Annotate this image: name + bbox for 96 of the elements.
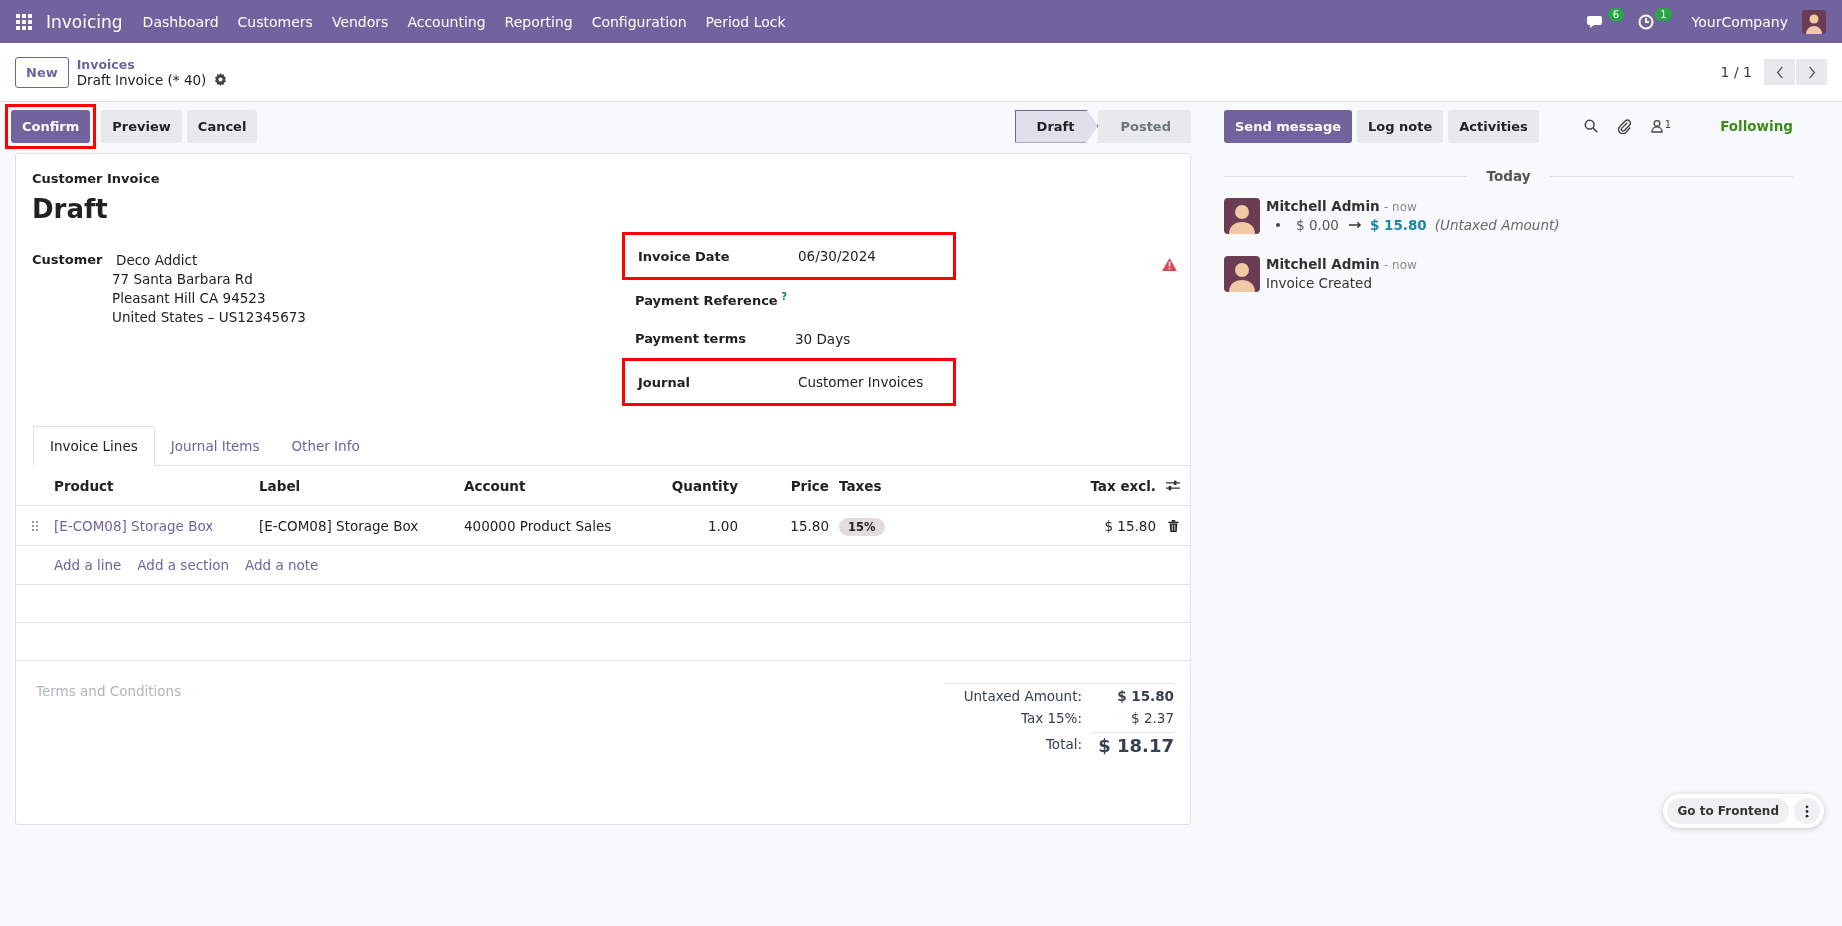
- column-header[interactable]: Product: [54, 477, 259, 494]
- chevron-left-icon: [1775, 65, 1784, 79]
- menu-item[interactable]: Reporting: [504, 13, 573, 30]
- following-status[interactable]: Following: [1720, 118, 1793, 134]
- follower-count: 1: [1664, 119, 1672, 130]
- field-label: Payment Reference $^{?}$: [635, 290, 788, 309]
- new-value: $ 15.80: [1369, 217, 1427, 233]
- chatter-button[interactable]: Log note: [1357, 109, 1444, 143]
- column-header[interactable]: Label: [259, 477, 464, 494]
- next-button[interactable]: [1796, 59, 1827, 85]
- paperclip-icon[interactable]: [1616, 118, 1632, 134]
- total-value: $ 15.80: [1116, 688, 1174, 704]
- total-value: $ 18.17: [1092, 732, 1174, 756]
- sliders-icon[interactable]: [1166, 479, 1180, 492]
- notebook-tab[interactable]: Other Info: [275, 426, 376, 466]
- warning-icon: [1162, 258, 1177, 271]
- activity-count-badge: 1: [1655, 8, 1672, 21]
- go-to-frontend-button[interactable]: Go to Frontend: [1667, 798, 1789, 824]
- drag-handle-icon[interactable]: [32, 520, 38, 531]
- chatter-button[interactable]: Activities: [1448, 109, 1539, 143]
- document-type-label: Customer Invoice: [32, 171, 161, 186]
- field-value[interactable]: 06/30/2024: [798, 248, 876, 264]
- product-link[interactable]: [E-COM08] Storage Box: [54, 517, 259, 534]
- apps-grid-icon[interactable]: [16, 13, 32, 30]
- action-button[interactable]: Confirm: [11, 109, 91, 143]
- message-author[interactable]: Mitchell Admin: [1266, 256, 1380, 272]
- action-button[interactable]: Preview: [101, 109, 182, 143]
- field-value[interactable]: 30 Days: [795, 330, 851, 347]
- menu-item[interactable]: Configuration: [591, 13, 687, 30]
- chatter-button[interactable]: Send message: [1224, 109, 1352, 143]
- column-header[interactable]: Price: [738, 477, 829, 494]
- pager-text: 1 / 1: [1720, 64, 1752, 80]
- table-cell-text: [E-COM08] Storage Box: [259, 517, 420, 534]
- add-line-link[interactable]: Add a line: [54, 557, 122, 573]
- address-line: United States – US12345673: [112, 309, 306, 325]
- status-step[interactable]: Draft: [1014, 109, 1099, 143]
- field-value[interactable]: Customer Invoices: [798, 374, 924, 390]
- new-button[interactable]: New: [15, 56, 69, 88]
- add-line-link[interactable]: Add a note: [245, 557, 319, 573]
- previous-button[interactable]: [1764, 59, 1795, 85]
- arrow-right-icon: [1348, 221, 1362, 229]
- total-label: Tax 15%:: [1019, 710, 1082, 726]
- breadcrumb-link[interactable]: Invoices: [76, 56, 228, 72]
- column-header[interactable]: Tax excl.: [996, 477, 1156, 494]
- total-label: Total:: [1044, 736, 1082, 752]
- trash-icon[interactable]: [1167, 519, 1179, 532]
- avatar-icon: [1224, 198, 1260, 234]
- total-value: $ 2.37: [1130, 710, 1174, 726]
- table-cell-text: 1.00: [706, 517, 738, 534]
- tax-tag: 15%: [839, 517, 885, 536]
- old-value: $ 0.00: [1296, 217, 1339, 233]
- menu-item[interactable]: Accounting: [407, 13, 486, 30]
- tracked-field: (Untaxed Amount): [1434, 217, 1560, 233]
- person-icon[interactable]: [1650, 119, 1663, 133]
- date-separator: Today: [1486, 168, 1531, 184]
- invoice-state-title: Draft: [32, 194, 109, 224]
- message-count-badge: 6: [1607, 8, 1625, 21]
- notebook-tab[interactable]: Journal Items: [154, 426, 276, 466]
- vertical-dots-icon: [1805, 804, 1809, 818]
- field-label: Invoice Date: [638, 248, 731, 264]
- menu-item[interactable]: Customers: [237, 13, 313, 30]
- gear-icon[interactable]: [214, 73, 228, 86]
- total-label: Untaxed Amount:: [962, 688, 1082, 704]
- column-header[interactable]: Taxes: [829, 477, 996, 494]
- user-avatar-icon[interactable]: [1802, 9, 1826, 34]
- company-name[interactable]: YourCompany: [1691, 13, 1788, 30]
- more-button[interactable]: [1794, 798, 1820, 824]
- bullet-icon: [1276, 223, 1280, 227]
- field-label: Payment terms: [635, 331, 748, 346]
- column-header[interactable]: Quantity: [639, 477, 738, 494]
- search-icon[interactable]: [1583, 119, 1598, 133]
- action-button[interactable]: Cancel: [186, 109, 258, 143]
- field-label: Customer: [32, 252, 104, 269]
- column-header[interactable]: Account: [464, 477, 639, 494]
- customer-name[interactable]: Deco Addict: [116, 252, 306, 268]
- address-line: 77 Santa Barbara Rd: [112, 271, 254, 287]
- table-cell-text: $ 15.80: [1103, 517, 1156, 534]
- message-text: Invoice Created: [1266, 275, 1373, 291]
- table-cell-text: 15.80: [789, 517, 829, 534]
- add-line-link[interactable]: Add a section: [137, 557, 229, 573]
- message-time: - now: [1383, 200, 1417, 214]
- status-step[interactable]: Posted: [1098, 109, 1191, 143]
- notebook-tab[interactable]: Invoice Lines: [33, 426, 155, 466]
- app-name[interactable]: Invoicing: [46, 11, 123, 32]
- menu-item[interactable]: Period Lock: [705, 13, 786, 30]
- message-time: - now: [1383, 258, 1417, 272]
- address-line: Pleasant Hill CA 94523: [112, 290, 267, 306]
- table-cell-text: 400000 Product Sales: [464, 517, 613, 534]
- clock-icon[interactable]: [1638, 13, 1655, 30]
- menu-item[interactable]: Dashboard: [142, 13, 219, 30]
- chevron-right-icon: [1807, 65, 1816, 79]
- message-author[interactable]: Mitchell Admin: [1266, 198, 1380, 214]
- field-label: Journal: [638, 374, 691, 390]
- menu-item[interactable]: Vendors: [331, 13, 389, 30]
- record-title: Draft Invoice (* 40): [76, 71, 207, 88]
- avatar-icon: [1224, 256, 1260, 292]
